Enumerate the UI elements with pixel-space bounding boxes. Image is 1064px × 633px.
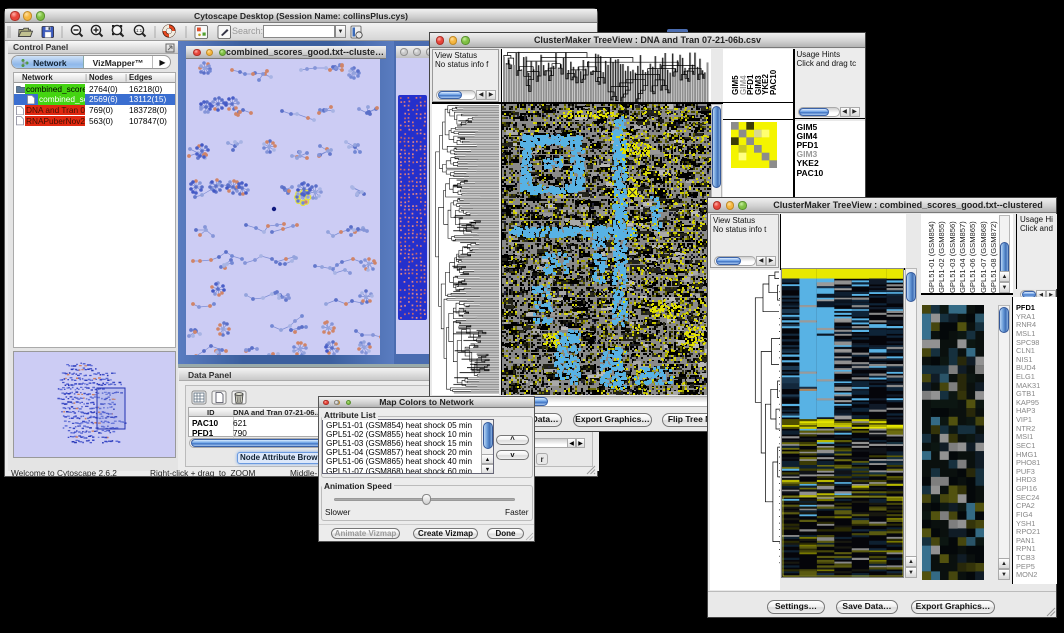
svg-text:1:1: 1:1 <box>136 28 143 33</box>
